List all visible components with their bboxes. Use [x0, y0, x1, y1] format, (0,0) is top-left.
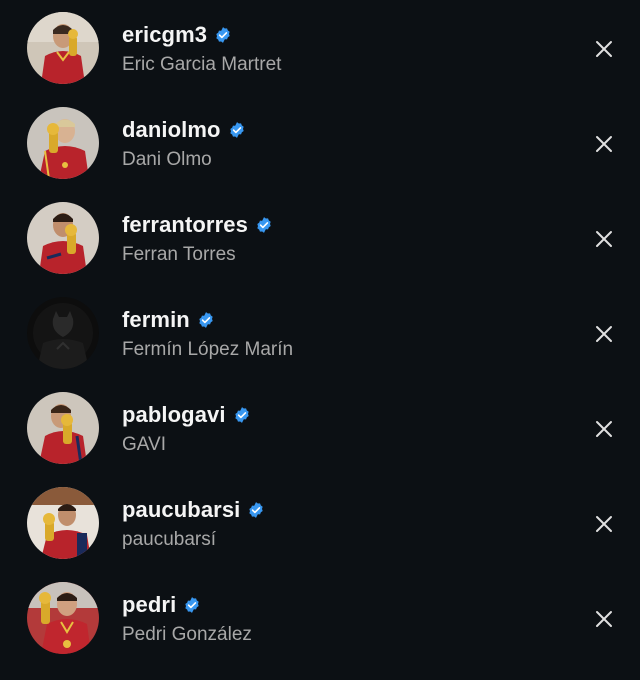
- full-name: Ferran Torres: [122, 244, 236, 265]
- account-text: fermin Fermín López Marín: [122, 305, 293, 363]
- account-row[interactable]: pedri Pedri González: [0, 570, 640, 665]
- account-text: daniolmo Dani Olmo: [122, 115, 246, 173]
- account-text: ericgm3 Eric Garcia Martret: [122, 20, 281, 78]
- avatar[interactable]: [27, 12, 99, 84]
- close-icon[interactable]: [592, 417, 616, 441]
- close-icon[interactable]: [592, 607, 616, 631]
- close-icon[interactable]: [592, 227, 616, 251]
- close-icon[interactable]: [592, 322, 616, 346]
- full-name: Eric Garcia Martret: [122, 54, 282, 75]
- account-row[interactable]: paucubarsi paucubarsí: [0, 475, 640, 570]
- verified-badge-icon: [199, 312, 213, 328]
- account-text: pablogavi GAVI: [122, 400, 251, 458]
- account-text: pedri Pedri González: [122, 590, 252, 648]
- username[interactable]: ferrantorres: [122, 212, 248, 238]
- verified-badge-icon: [185, 597, 199, 613]
- avatar[interactable]: [27, 392, 99, 464]
- verified-badge-icon: [234, 407, 249, 423]
- username[interactable]: ericgm3: [122, 22, 207, 48]
- avatar[interactable]: [27, 202, 99, 274]
- full-name: GAVI: [122, 434, 166, 455]
- account-list: ericgm3 Eric Garcia Martret daniolmo Dan…: [0, 0, 640, 680]
- account-text: ferrantorres Ferran Torres: [122, 210, 273, 268]
- username[interactable]: pablogavi: [122, 402, 226, 428]
- close-icon[interactable]: [592, 512, 616, 536]
- account-row[interactable]: ferrantorres Ferran Torres: [0, 190, 640, 285]
- full-name: Dani Olmo: [122, 149, 212, 170]
- avatar[interactable]: [27, 297, 99, 369]
- full-name: Fermín López Marín: [122, 339, 294, 360]
- avatar[interactable]: [27, 107, 99, 179]
- account-row[interactable]: fermin Fermín López Marín: [0, 285, 640, 380]
- username[interactable]: paucubarsi: [122, 497, 240, 523]
- account-text: paucubarsi paucubarsí: [122, 495, 265, 553]
- username[interactable]: fermin: [122, 307, 190, 333]
- account-row[interactable]: daniolmo Dani Olmo: [0, 95, 640, 190]
- verified-badge-icon: [216, 27, 230, 43]
- avatar[interactable]: [27, 487, 99, 559]
- full-name: Pedri González: [122, 624, 252, 645]
- verified-badge-icon: [229, 122, 244, 138]
- account-row[interactable]: pablogavi GAVI: [0, 380, 640, 475]
- verified-badge-icon: [257, 217, 271, 233]
- username[interactable]: daniolmo: [122, 117, 221, 143]
- close-icon[interactable]: [592, 37, 616, 61]
- avatar[interactable]: [27, 582, 99, 654]
- full-name: paucubarsí: [122, 529, 217, 550]
- close-icon[interactable]: [592, 132, 616, 156]
- username[interactable]: pedri: [122, 592, 176, 618]
- verified-badge-icon: [249, 502, 264, 518]
- account-row[interactable]: ericgm3 Eric Garcia Martret: [0, 0, 640, 95]
